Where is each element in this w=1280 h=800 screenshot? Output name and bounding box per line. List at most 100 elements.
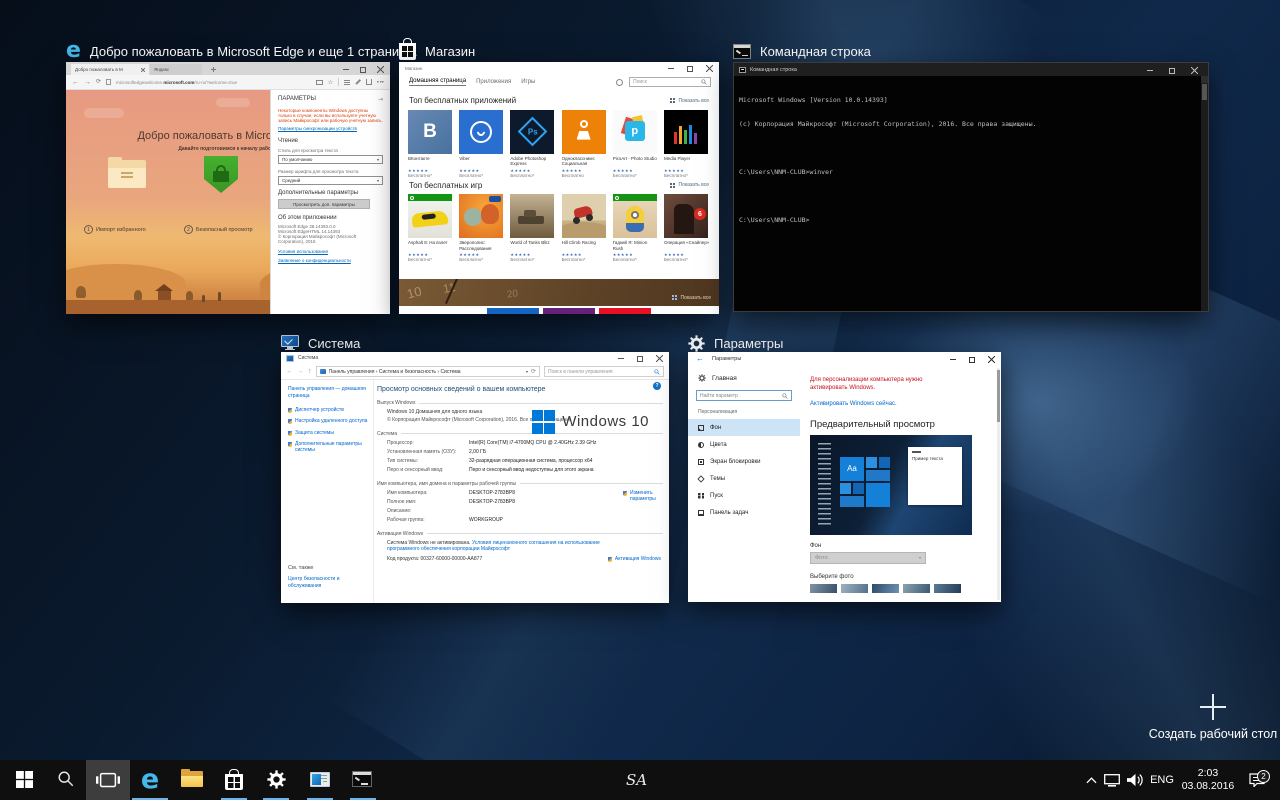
background-icon [698, 425, 704, 431]
settings-scrollbar [997, 368, 1000, 600]
app-tile-photoshop-express: Ps Adobe Photoshop Express★★★★★Бесплатно… [510, 110, 556, 178]
grid-icon [670, 183, 675, 188]
close-icon [377, 66, 384, 73]
sync-warning: Некоторые компоненты Windows доступны то… [278, 108, 383, 123]
tray-chevron-button[interactable] [1082, 760, 1100, 800]
preview-tile [866, 483, 890, 507]
character-art [464, 208, 482, 226]
taskview-label-edge[interactable]: e Добро пожаловать в Microsoft Edge и ещ… [66, 40, 417, 62]
start-tiles-icon [698, 493, 704, 499]
tray-clock-button[interactable]: 2:03 03.08.2016 [1178, 760, 1238, 800]
taskview-label-system[interactable]: Система [281, 332, 360, 354]
divider [338, 78, 339, 86]
forward-icon: → [84, 79, 91, 86]
game-tile-minion-rush: Гадкий Я: Minion Rush★★★★★Бесплатно* [613, 194, 659, 262]
add-desktop-icon [1200, 694, 1226, 720]
chevron-up-icon [1086, 777, 1097, 784]
preview-tile [840, 496, 864, 507]
taskview-label-cmd[interactable]: Командная строка [733, 40, 871, 62]
sample-window-titlebar [912, 451, 921, 453]
shield-illustration [204, 156, 238, 193]
window-title: Магазин [405, 66, 422, 71]
store-search-box: Поиск [629, 77, 711, 87]
url-text: microsoftedgewelcome.microsoft.com/ru-ru… [116, 80, 311, 85]
spec-row: Процессор:Intel(R) Core(TM) i7-4700MQ CP… [387, 440, 663, 446]
system-sidebar: Панель управления — домашняя страница Ди… [281, 380, 373, 603]
taskbar-settings-button[interactable] [256, 760, 296, 798]
store-window-thumbnail[interactable]: Магазин Домашняя страница Приложения Игр… [399, 62, 719, 314]
uac-shield-icon [288, 431, 292, 436]
advanced-section: Дополнительные параметры [278, 190, 383, 196]
change-settings-link: Изменить параметры [623, 490, 663, 503]
nav-games: Игры [521, 79, 535, 85]
media-player-bars-icon [674, 125, 697, 144]
games-heading: Топ бесплатных игр [409, 181, 482, 191]
photo-thumb [903, 584, 930, 593]
system-window-icon [286, 355, 294, 362]
create-desktop-label: Создать рабочий стол [1146, 727, 1280, 741]
activation-warning: Для персонализации компьютера нужно акти… [810, 376, 960, 393]
cmd-line: C:\Users\NNM-CLUB>winver [739, 168, 1198, 176]
back-icon: ← [286, 368, 293, 375]
product-key: Код продукта: 00327-60000-00000-AA877 [387, 556, 482, 562]
privacy-link: Заявление о конфиденциальности [278, 258, 383, 263]
taskbar-explorer-button[interactable] [172, 760, 212, 798]
scrollbar-thumb [1202, 84, 1207, 100]
background-label: Фон [810, 543, 989, 549]
choose-photo-label: Выберите фото [810, 574, 989, 580]
system-icon [310, 772, 330, 787]
taskbar-search-button[interactable] [46, 760, 86, 798]
ps-logo-icon: Ps [518, 117, 548, 147]
photo-thumb [810, 584, 837, 593]
taskbar-cmd-button[interactable] [342, 760, 382, 798]
tray-volume-button[interactable] [1124, 760, 1146, 800]
taskview-label-store[interactable]: Магазин [399, 40, 475, 62]
store-bottom-tiles [399, 308, 719, 314]
help-icon: ? [653, 382, 661, 390]
app-tile-viber: Viber★★★★★Бесплатно* [459, 110, 505, 178]
background-preview: Aa Пример текста [810, 435, 972, 535]
settings-search-box: Найти параметр [696, 390, 792, 401]
person [218, 292, 221, 301]
cmd-window-thumbnail[interactable]: Командная строка Microsoft Windows [Vers… [733, 62, 1209, 312]
taskview-label-settings[interactable]: Параметры [688, 332, 783, 354]
account-icon [616, 79, 623, 86]
taskview-label-text: Добро пожаловать в Microsoft Edge и еще … [90, 44, 418, 59]
edge-window-thumbnail[interactable]: Добро пожаловать в М Яндекс ← → ⟳ micros… [66, 62, 390, 314]
grid-icon [670, 98, 675, 103]
taskbar-store-button[interactable] [214, 760, 254, 798]
action-center-button[interactable]: 2 [1244, 760, 1270, 800]
maximize-icon [687, 66, 693, 72]
create-desktop-button[interactable]: Создать рабочий стол [1146, 694, 1280, 741]
tray-language-button[interactable]: ENG [1148, 760, 1176, 800]
minion-art [626, 206, 644, 232]
edge-tab-bar: Добро пожаловать в М Яндекс [66, 62, 390, 75]
see-also-heading: См. также [288, 565, 313, 571]
task-view-button[interactable] [86, 760, 130, 800]
name-row: Рабочая группа:WORKGROUP [387, 517, 663, 523]
sidebar-item-advanced-settings: Дополнительные параметры системы [288, 441, 369, 454]
settings-window-thumbnail[interactable]: ← Параметры Главная Найти параметр Персо… [688, 352, 1001, 602]
more-icon [377, 81, 384, 83]
tray-network-button[interactable] [1102, 760, 1122, 800]
taskbar-edge-button[interactable]: e [130, 760, 170, 798]
store-title-bar: Магазин [399, 62, 719, 74]
start-button[interactable] [4, 760, 44, 798]
preview-tile [866, 470, 890, 481]
background-dropdown: Фото▾ [810, 552, 926, 564]
cmd-title-bar: Командная строка [734, 63, 1208, 76]
banner-number: 20 [506, 288, 519, 300]
system-window-thumbnail[interactable]: Система ← → ↑ Панель управления › Систем… [281, 352, 669, 603]
app-tile-media-player: Media Player★★★★★Бесплатно* [664, 110, 710, 178]
photo-thumb [872, 584, 899, 593]
grid-icon [672, 295, 677, 300]
cmd-scrollbar [1201, 76, 1208, 311]
show-all-games-link: Показать все [670, 182, 709, 189]
edge-settings-panel: ПАРАМЕТРЫ⇥ Некоторые компоненты Windows … [270, 90, 390, 314]
tree [186, 291, 193, 300]
house-roof [155, 284, 173, 291]
clock-date: 03.08.2016 [1182, 780, 1235, 793]
taskbar-system-button[interactable] [300, 760, 340, 798]
back-icon: ← [72, 79, 79, 86]
sidebar-item-taskbar: Панель задач [688, 504, 800, 521]
